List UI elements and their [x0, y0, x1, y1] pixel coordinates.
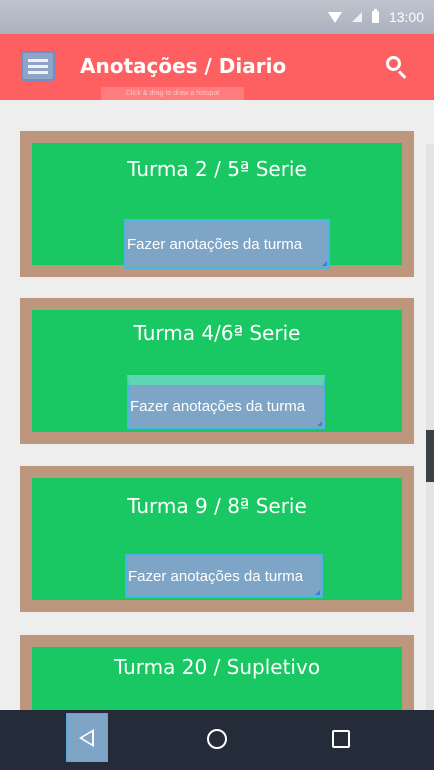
back-button[interactable] — [66, 713, 108, 762]
battery-icon — [371, 9, 379, 23]
search-icon — [386, 56, 401, 71]
status-time: 13:00 — [388, 9, 424, 25]
home-icon[interactable] — [207, 729, 227, 749]
class-card-title: Turma 4/6ª Serie — [133, 321, 301, 345]
take-notes-button[interactable]: Fazer anotações da turma — [125, 554, 323, 598]
class-card-title: Turma 20 / Supletivo — [113, 655, 321, 679]
take-notes-button-label: Fazer anotações da turma — [127, 235, 303, 253]
menu-button[interactable] — [21, 51, 55, 81]
class-card: Turma 2 / 5ª Serie Fazer anotações da tu… — [20, 131, 414, 277]
hamburger-menu-icon — [28, 59, 48, 62]
class-card: Turma 9 / 8ª Serie Fazer anotações da tu… — [20, 466, 414, 612]
recent-apps-icon[interactable] — [332, 730, 350, 748]
take-notes-button-label: Fazer anotações da turma — [128, 567, 304, 585]
class-card-body: Turma 9 / 8ª Serie Fazer anotações da tu… — [32, 478, 402, 600]
take-notes-button[interactable]: Fazer anotações da turma — [124, 219, 330, 269]
resize-handle-icon — [322, 261, 327, 266]
class-card-body: Turma 2 / 5ª Serie Fazer anotações da tu… — [32, 143, 402, 269]
class-card: Turma 4/6ª Serie Fazer anotações da turm… — [20, 298, 414, 444]
scrollbar-thumb[interactable] — [426, 430, 434, 482]
wifi-icon — [327, 11, 342, 23]
class-card-title: Turma 9 / 8ª Serie — [127, 494, 307, 518]
page-title: Anotações / Diario — [80, 54, 287, 78]
search-button[interactable] — [386, 56, 410, 80]
scrollbar-track[interactable] — [426, 144, 434, 710]
status-icons: 13:00 — [327, 9, 424, 25]
class-list[interactable]: Turma 2 / 5ª Serie Fazer anotações da tu… — [0, 100, 434, 710]
take-notes-button[interactable]: Fazer anotações da turma — [127, 375, 325, 429]
app-bar: Anotações / Diario Click & drag to draw … — [0, 34, 434, 101]
resize-handle-icon — [317, 421, 322, 426]
hotspot-hint: Click & drag to draw a hotspot — [101, 87, 244, 101]
class-card: Turma 20 / Supletivo — [20, 635, 414, 710]
status-bar: 13:00 — [0, 0, 434, 34]
signal-icon — [351, 12, 362, 22]
navigation-bar — [0, 710, 434, 770]
take-notes-button-label: Fazer anotações da turma — [130, 397, 306, 415]
class-card-body: Turma 20 / Supletivo — [32, 647, 402, 710]
class-card-body: Turma 4/6ª Serie Fazer anotações da turm… — [32, 310, 402, 432]
resize-handle-icon — [315, 590, 320, 595]
class-card-title: Turma 2 / 5ª Serie — [127, 157, 307, 181]
